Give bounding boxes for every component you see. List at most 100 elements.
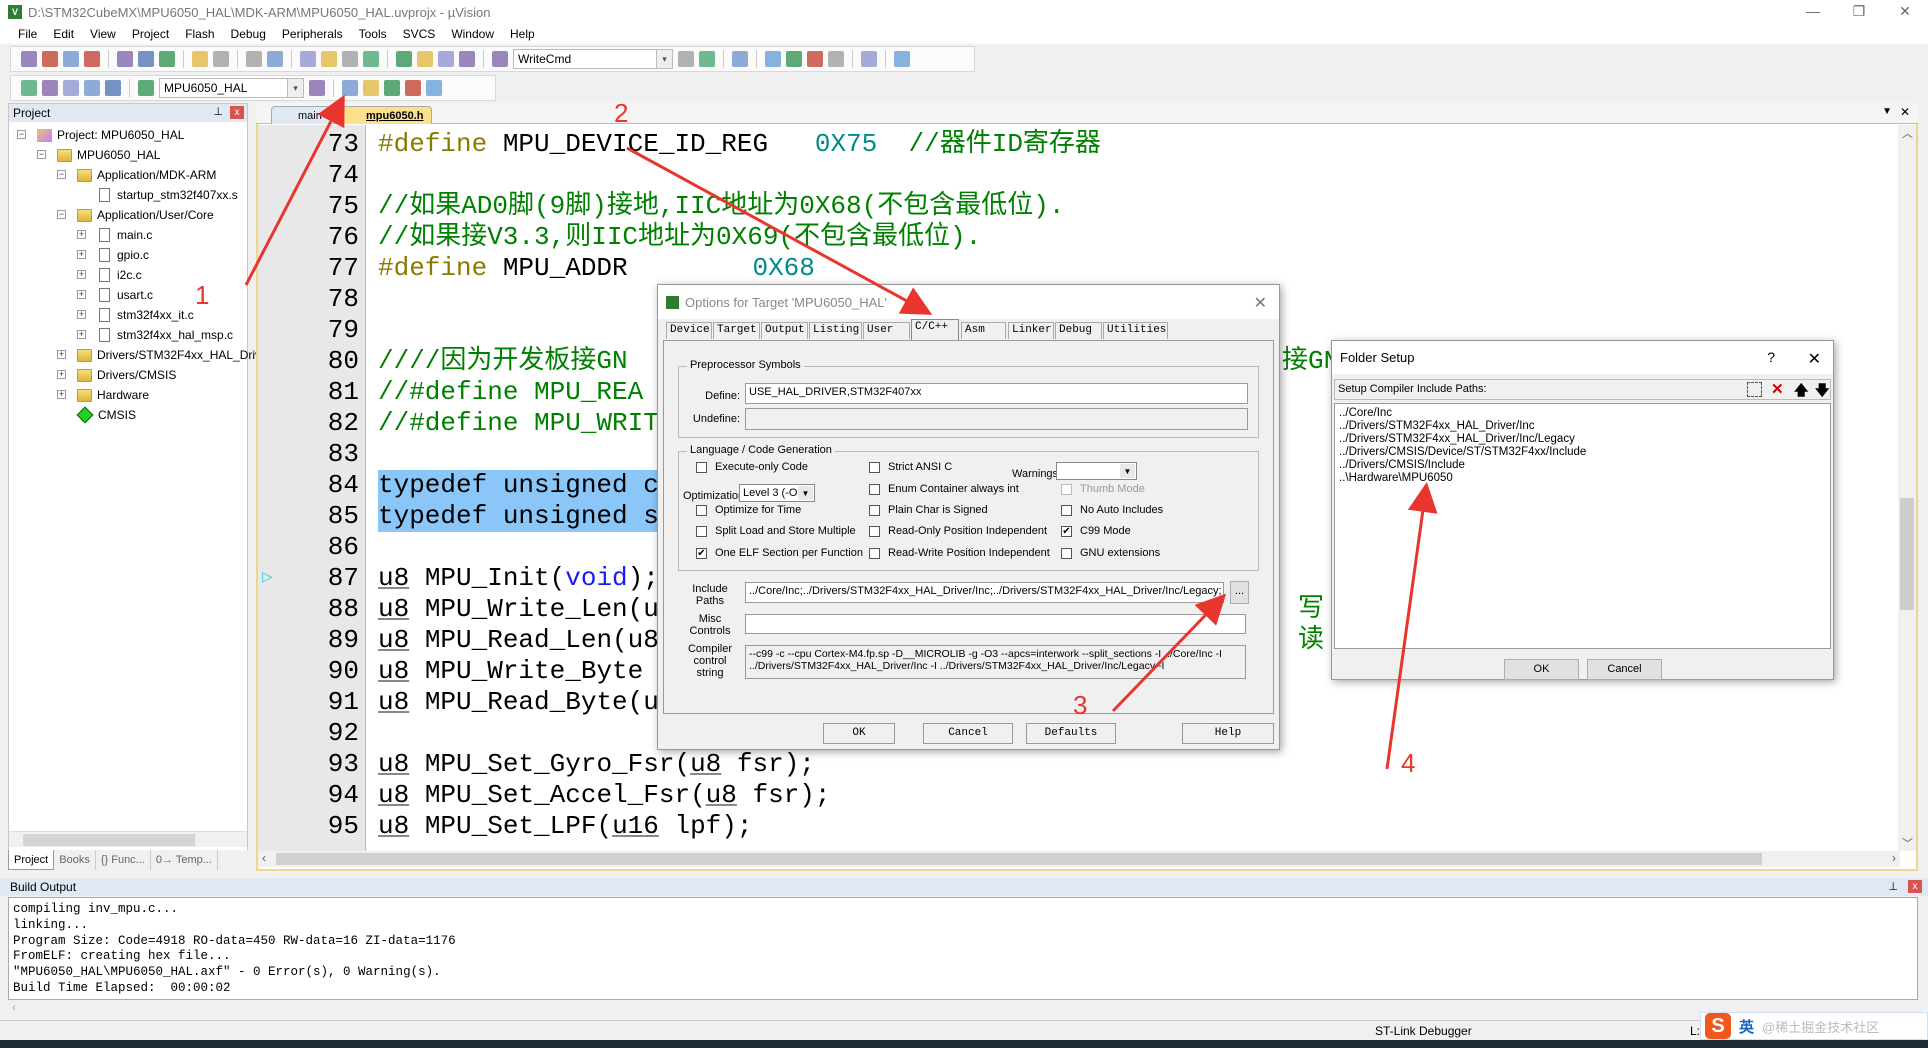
optimization-select[interactable]: Level 3 (-O3) ▼ xyxy=(739,484,815,502)
minimize-button[interactable]: — xyxy=(1790,0,1836,24)
checkbox-box[interactable] xyxy=(1061,504,1072,516)
checkbox-box[interactable] xyxy=(869,504,880,516)
code-line[interactable]: 76 //如果接V3.3,则IIC地址为0X69(不包含最低位). xyxy=(258,222,1898,253)
editor-vscrollbar[interactable]: ︿ ﹀ xyxy=(1898,125,1916,851)
checkbox-box[interactable] xyxy=(1061,483,1072,495)
find-in-files-icon[interactable] xyxy=(492,51,508,67)
save-all-icon[interactable] xyxy=(84,51,100,67)
defaults-button[interactable]: Defaults xyxy=(1026,723,1116,744)
tab-debug[interactable]: Debug xyxy=(1055,322,1102,339)
code-line[interactable]: 95 u8 MPU_Set_LPF(u16 lpf); xyxy=(258,811,1898,842)
close-panel-button[interactable]: x xyxy=(230,106,244,119)
checkbox-box[interactable] xyxy=(696,461,707,473)
tree-item[interactable]: Project: MPU6050_HAL xyxy=(37,126,184,144)
expand-toggle-icon[interactable]: − xyxy=(57,210,66,219)
debug-start-icon[interactable] xyxy=(732,51,748,67)
ime-language[interactable]: 英 xyxy=(1739,1016,1754,1037)
uncomment-icon[interactable] xyxy=(459,51,475,67)
tab-main-c[interactable]: main xyxy=(271,106,331,124)
pack-installer-icon[interactable] xyxy=(384,80,400,96)
manage-components-icon[interactable] xyxy=(426,80,442,96)
code-line[interactable]: 74 xyxy=(258,160,1898,191)
disable-breakpoint-icon[interactable] xyxy=(786,51,802,67)
tab-listing[interactable]: Listing xyxy=(809,322,862,339)
scroll-down-icon[interactable]: ﹀ xyxy=(1902,835,1913,851)
panel-tab[interactable]: Books xyxy=(54,850,96,870)
tab-utilities[interactable]: Utilities xyxy=(1103,322,1168,339)
pin-icon[interactable]: ⊥ xyxy=(1888,878,1898,896)
restore-button[interactable]: ❐ xyxy=(1836,0,1882,24)
unindent-icon[interactable] xyxy=(417,51,433,67)
include-path-item[interactable]: ../Drivers/STM32F4xx_HAL_Driver/Inc xyxy=(1339,420,1535,433)
tree-item[interactable]: Drivers/CMSIS xyxy=(77,366,176,384)
scroll-thumb[interactable] xyxy=(23,834,195,846)
include-paths-browse-button[interactable]: ... xyxy=(1230,581,1249,604)
paste-icon[interactable] xyxy=(159,51,175,67)
cut-icon[interactable] xyxy=(117,51,133,67)
expand-toggle-icon[interactable]: + xyxy=(77,250,86,259)
close-panel-button[interactable]: x xyxy=(1908,880,1922,893)
checkbox-box[interactable] xyxy=(869,483,880,495)
cancel-button[interactable]: Cancel xyxy=(923,723,1013,744)
expand-toggle-icon[interactable]: + xyxy=(77,310,86,319)
tree-item[interactable]: stm32f4xx_it.c xyxy=(97,306,194,324)
move-up-icon[interactable]: 🡅 xyxy=(1794,380,1808,404)
menu-peripherals[interactable]: Peripherals xyxy=(274,27,351,41)
rebuild-icon[interactable] xyxy=(63,80,79,96)
expand-toggle-icon[interactable]: − xyxy=(57,170,66,179)
build-output-text[interactable]: compiling inv_mpu.c... linking... Program … xyxy=(8,897,1918,1000)
checkbox-no-auto-includes[interactable]: No Auto Includes xyxy=(1061,504,1163,516)
translate-icon[interactable] xyxy=(21,80,37,96)
nav-forward-icon[interactable] xyxy=(267,51,283,67)
chevron-down-icon[interactable]: ▾ xyxy=(656,50,672,68)
checkbox-box[interactable] xyxy=(869,547,880,559)
warnings-select[interactable]: ▼ xyxy=(1056,462,1137,480)
expand-toggle-icon[interactable]: + xyxy=(77,230,86,239)
editor-hscrollbar[interactable]: ‹ › xyxy=(258,851,1900,867)
checkbox-one-elf-section-per-function[interactable]: ✔ One ELF Section per Function xyxy=(696,547,863,559)
scroll-left-icon[interactable]: ‹ xyxy=(262,851,266,865)
checkbox-gnu-extensions[interactable]: GNU extensions xyxy=(1061,547,1160,559)
menu-project[interactable]: Project xyxy=(124,27,177,41)
checkbox-execute-only-code[interactable]: Execute-only Code xyxy=(696,461,808,473)
pin-icon[interactable]: ⊥ xyxy=(213,105,223,118)
undo-icon[interactable] xyxy=(192,51,208,67)
scroll-right-icon[interactable]: › xyxy=(1892,851,1896,865)
scroll-thumb[interactable] xyxy=(1900,498,1914,610)
close-dialog-button[interactable]: ✕ xyxy=(1808,349,1821,369)
tab-device[interactable]: Device xyxy=(666,322,712,339)
save-icon[interactable] xyxy=(63,51,79,67)
select-packs-icon[interactable] xyxy=(363,80,379,96)
menu-edit[interactable]: Edit xyxy=(45,27,82,41)
tab-dropdown-icon[interactable]: ▼ xyxy=(1882,106,1892,117)
tab-output[interactable]: Output xyxy=(761,322,808,339)
checkbox-box[interactable]: ✔ xyxy=(696,547,707,559)
configure-icon[interactable] xyxy=(894,51,910,67)
menu-debug[interactable]: Debug xyxy=(223,27,274,41)
include-paths-list[interactable]: ../Core/Inc ../Drivers/STM32F4xx_HAL_Driv… xyxy=(1334,403,1831,649)
expand-toggle-icon[interactable]: − xyxy=(37,150,46,159)
help-icon[interactable]: ? xyxy=(1767,349,1775,365)
new-file-icon[interactable] xyxy=(21,51,37,67)
include-paths-input[interactable]: ../Core/Inc;../Drivers/STM32F4xx_HAL_Dri… xyxy=(745,582,1224,603)
help-button[interactable]: Help xyxy=(1182,723,1274,744)
include-path-item[interactable]: ..\Hardware\MPU6050 xyxy=(1339,472,1453,485)
menu-svcs[interactable]: SVCS xyxy=(395,27,444,41)
copy-icon[interactable] xyxy=(138,51,154,67)
tree-item[interactable]: startup_stm32f407xx.s xyxy=(97,186,238,204)
checkbox-strict-ansi-c[interactable]: Strict ANSI C xyxy=(869,461,952,473)
checkbox-optimize-for-time[interactable]: Optimize for Time xyxy=(696,504,801,516)
tree-item[interactable]: MPU6050_HAL xyxy=(57,146,160,164)
checkbox-box[interactable] xyxy=(696,525,707,537)
stop-build-icon[interactable] xyxy=(105,80,121,96)
close-tab-icon[interactable]: ✕ xyxy=(1900,105,1910,119)
menu-view[interactable]: View xyxy=(82,27,124,41)
tree-item[interactable]: Drivers/STM32F4xx_HAL_Driv xyxy=(77,346,261,364)
checkbox-plain-char-is-signed[interactable]: Plain Char is Signed xyxy=(869,504,988,516)
code-line[interactable]: 93 u8 MPU_Set_Gyro_Fsr(u8 fsr); xyxy=(258,749,1898,780)
include-path-item[interactable]: ../Drivers/STM32F4xx_HAL_Driver/Inc/Lega… xyxy=(1339,433,1575,446)
define-input[interactable]: USE_HAL_DRIVER,STM32F407xx xyxy=(745,383,1248,404)
panel-tab[interactable]: {} Func... xyxy=(96,850,151,870)
code-line[interactable]: 73 #define MPU_DEVICE_ID_REG 0X75 //器件ID寄… xyxy=(258,129,1898,160)
project-hscrollbar[interactable] xyxy=(9,831,247,847)
